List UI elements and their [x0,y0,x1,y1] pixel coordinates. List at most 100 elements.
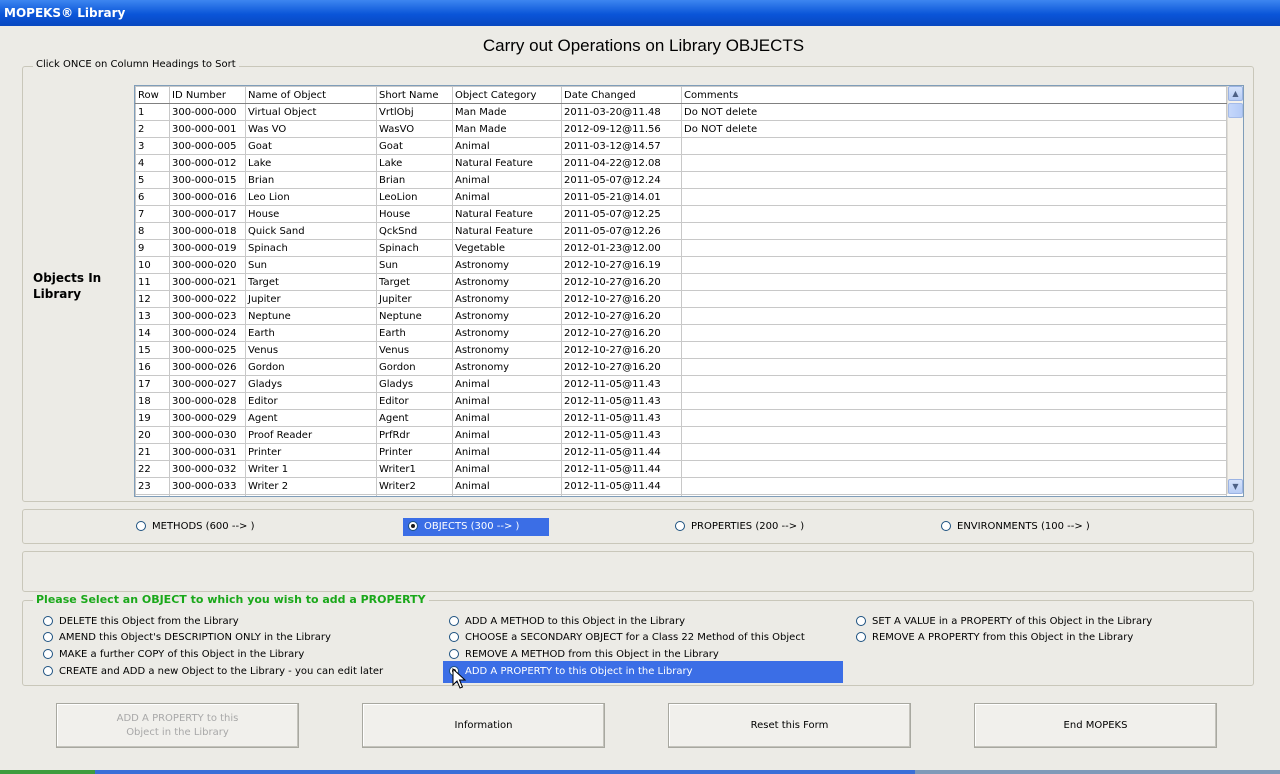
op-label: REMOVE A METHOD from this Object in the … [465,649,719,660]
scroll-up-icon[interactable]: ▲ [1228,86,1243,101]
table-cell: Writer 2 [245,477,377,495]
table-cell [681,426,1227,444]
column-header[interactable]: Row [135,86,170,104]
table-row[interactable]: 22 300-000-032 Writer 1 Writer1 Animal 2012-1… [135,460,1227,478]
table-cell: 2012-09-12@11.56 [561,120,682,138]
radio-circle-icon[interactable] [449,649,459,659]
op-label: DELETE this Object from the Library [59,616,239,627]
op-remove-property[interactable]: REMOVE A PROPERTY from this Object in th… [856,631,1133,645]
radio-circle-icon[interactable] [941,521,951,531]
column-header[interactable]: Date Changed [561,86,682,104]
radio-circle-icon[interactable] [43,632,53,642]
table-row[interactable]: 10 300-000-020 Sun Sun Astronomy 2012-10-27@1… [135,256,1227,274]
table-row[interactable]: 3 300-000-005 Goat Goat Animal 2011-03-12@14.… [135,137,1227,155]
table-row[interactable]: 4 300-000-012 Lake Lake Natural Feature 2011-… [135,154,1227,172]
table-row[interactable]: 16 300-000-026 Gordon Gordon Astronomy 2012-1… [135,358,1227,376]
op-add-property[interactable]: ADD A PROPERTY to this Object in the Lib… [443,661,843,683]
table-cell: Agent [245,409,377,427]
table-row[interactable]: 2 300-000-001 Was VO WasVO Man Made 2012-09-1… [135,120,1227,138]
table-row[interactable]: 20 300-000-030 Proof Reader PrfRdr Animal 201… [135,426,1227,444]
radio-circle-icon[interactable] [136,521,146,531]
table-cell: 2012-11-05@11.43 [561,392,682,410]
op-delete-object[interactable]: DELETE this Object from the Library [43,615,239,629]
grid-vertical-scrollbar[interactable]: ▲ ▼ [1227,86,1243,494]
radio-circle-icon[interactable] [408,521,418,531]
radio-objects[interactable]: OBJECTS (300 --> ) [403,518,550,536]
window-titlebar: MOPEKS® Library [0,0,1280,26]
information-button[interactable]: Information [362,703,605,748]
column-header[interactable]: Name of Object [245,86,377,104]
table-cell: 300-000-028 [169,392,246,410]
table-cell: Gladys [376,375,453,393]
table-cell: Astronomy [452,256,562,274]
table-row[interactable]: 14 300-000-024 Earth Earth Astronomy 2012-10-… [135,324,1227,342]
table-cell: Brian [245,171,377,189]
column-header[interactable]: Short Name [376,86,453,104]
radio-properties[interactable]: PROPERTIES (200 --> ) [675,520,804,534]
column-header[interactable]: Comments [681,86,1227,104]
table-row[interactable]: 6 300-000-016 Leo Lion LeoLion Animal 2011-05… [135,188,1227,206]
table-row[interactable]: 8 300-000-018 Quick Sand QckSnd Natural Feat… [135,222,1227,240]
radio-methods[interactable]: METHODS (600 --> ) [136,520,255,534]
table-cell [681,273,1227,291]
column-header[interactable]: Object Category [452,86,562,104]
table-row[interactable]: 13 300-000-023 Neptune Neptune Astronomy 2012… [135,307,1227,325]
reset-form-button[interactable]: Reset this Form [668,703,911,748]
table-row[interactable]: 18 300-000-028 Editor Editor Animal 2012-11-0… [135,392,1227,410]
column-header[interactable]: ID Number [169,86,246,104]
table-cell: 2012-10-27@16.20 [561,341,682,359]
op-remove-method[interactable]: REMOVE A METHOD from this Object in the … [449,648,719,662]
radio-circle-icon[interactable] [449,632,459,642]
table-cell: 2012-10-27@16.20 [561,273,682,291]
op-make-copy[interactable]: MAKE a further COPY of this Object in th… [43,648,304,662]
table-cell: 300-000-000 [169,103,246,121]
table-cell: Earth [245,324,377,342]
radio-circle-icon[interactable] [43,666,53,676]
radio-circle-icon[interactable] [449,616,459,626]
radio-circle-icon[interactable] [43,649,53,659]
scroll-thumb[interactable] [1228,103,1243,118]
op-label: AMEND this Object's DESCRIPTION ONLY in … [59,632,331,643]
table-cell: 300-000-023 [169,307,246,325]
radio-environments[interactable]: ENVIRONMENTS (100 --> ) [941,520,1090,534]
table-cell [452,494,562,496]
table-cell [681,358,1227,376]
add-property-button[interactable]: ADD A PROPERTY to this Object in the Lib… [56,703,299,748]
table-row[interactable]: 17 300-000-027 Gladys Gladys Animal 2012-11-0… [135,375,1227,393]
table-row[interactable]: 23 300-000-033 Writer 2 Writer2 Animal 2012-1… [135,477,1227,495]
table-cell: Agent [376,409,453,427]
mouse-cursor-icon [452,668,466,689]
table-cell: 4 [135,154,170,172]
op-add-method[interactable]: ADD A METHOD to this Object in the Libra… [449,615,685,629]
table-cell [376,494,453,496]
table-row[interactable]: 24 [135,494,1227,496]
table-row[interactable]: 9 300-000-019 Spinach Spinach Vegetable 2012-… [135,239,1227,257]
table-row[interactable]: 12 300-000-022 Jupiter Jupiter Astronomy 2012… [135,290,1227,308]
table-cell: 18 [135,392,170,410]
table-row[interactable]: 19 300-000-029 Agent Agent Animal 2012-11-05@… [135,409,1227,427]
radio-circle-icon[interactable] [856,616,866,626]
add-property-button-line2: Object in the Library [126,726,229,738]
table-row[interactable]: 7 300-000-017 House House Natural Feature 201… [135,205,1227,223]
radio-circle-icon[interactable] [856,632,866,642]
op-amend-description[interactable]: AMEND this Object's DESCRIPTION ONLY in … [43,631,331,645]
table-row[interactable]: 1 300-000-000 Virtual Object VrtlObj Man Mad… [135,103,1227,121]
table-cell [681,307,1227,325]
scroll-down-icon[interactable]: ▼ [1228,479,1243,494]
table-cell: 2012-11-05@11.43 [561,409,682,427]
table-cell: LeoLion [376,188,453,206]
op-set-property-value[interactable]: SET A VALUE in a PROPERTY of this Object… [856,615,1152,629]
table-row[interactable]: 5 300-000-015 Brian Brian Animal 2011-05-07@1… [135,171,1227,189]
table-cell: Virtual Object [245,103,377,121]
op-choose-secondary-object[interactable]: CHOOSE a SECONDARY OBJECT for a Class 22… [449,631,805,645]
table-cell: 12 [135,290,170,308]
end-mopeks-button[interactable]: End MOPEKS [974,703,1217,748]
table-row[interactable]: 15 300-000-025 Venus Venus Astronomy 2012-10-… [135,341,1227,359]
radio-circle-icon[interactable] [43,616,53,626]
objects-grid[interactable]: Row ID Number Name of Object Short Name Obje… [134,85,1244,497]
table-row[interactable]: 21 300-000-031 Printer Printer Animal 2012-11… [135,443,1227,461]
table-row[interactable]: 11 300-000-021 Target Target Astronomy 2012-1… [135,273,1227,291]
op-create-object[interactable]: CREATE and ADD a new Object to the Libra… [43,665,383,679]
radio-circle-icon[interactable] [675,521,685,531]
table-cell: 2012-11-05@11.44 [561,443,682,461]
